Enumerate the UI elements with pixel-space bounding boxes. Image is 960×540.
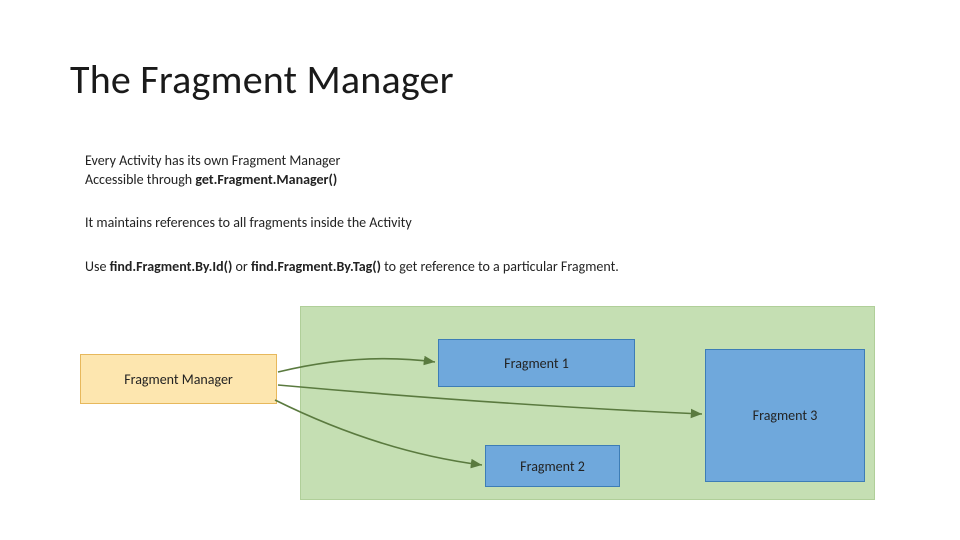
text-line-4-b1: find.Fragment.By.Id() <box>110 258 233 275</box>
text-line-2: Accessible through get.Fragment.Manager(… <box>85 171 337 190</box>
text-line-4-pre: Use <box>85 258 110 275</box>
fragment-2-box: Fragment 2 <box>485 445 620 487</box>
text-line-1: Every Activity has its own Fragment Mana… <box>85 152 340 171</box>
text-line-3: It maintains references to all fragments… <box>85 214 412 233</box>
text-line-4: Use find.Fragment.By.Id() or find.Fragme… <box>85 258 619 277</box>
text-line-4-post: to get reference to a particular Fragmen… <box>381 258 619 275</box>
text-line-4-b2: find.Fragment.By.Tag() <box>251 258 381 275</box>
fragment-3-box: Fragment 3 <box>705 349 865 482</box>
text-line-2-bold: get.Fragment.Manager() <box>195 171 337 188</box>
slide-title: The Fragment Manager <box>70 55 454 104</box>
fragment-1-box: Fragment 1 <box>438 339 635 387</box>
text-line-4-mid: or <box>232 258 251 275</box>
text-line-2-pre: Accessible through <box>85 171 195 188</box>
fragment-manager-box: Fragment Manager <box>80 354 277 404</box>
